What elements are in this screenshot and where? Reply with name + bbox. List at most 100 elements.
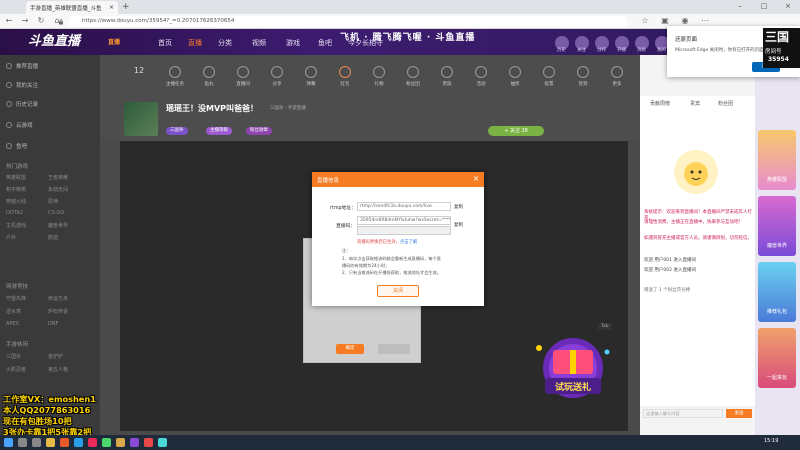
- app-icon[interactable]: [144, 438, 153, 447]
- logo-tag: 直播: [108, 39, 121, 46]
- room-tool[interactable]: 礼物: [362, 66, 396, 87]
- ad-banner[interactable]: 一起来玩: [758, 328, 796, 388]
- sidebar-link[interactable]: 户外: [6, 234, 16, 241]
- sidebar-link[interactable]: 逆水寒: [6, 308, 21, 315]
- start-icon[interactable]: [4, 438, 13, 447]
- background-dialog-cancel-button[interactable]: [378, 344, 410, 354]
- tab-weekly-rank[interactable]: 贡献周榜: [650, 100, 670, 107]
- sidebar-link[interactable]: 金铲铲: [48, 353, 63, 360]
- room-tool[interactable]: 弹幕: [294, 66, 328, 87]
- favorite-icon[interactable]: ☆: [640, 16, 650, 26]
- app-icon[interactable]: [130, 438, 139, 447]
- code-field[interactable]: 35954rs6R8dmNYIxIuhw?wsSecret=*********: [357, 216, 451, 225]
- url-input[interactable]: https://www.douyu.com/35954?_=0.20701762…: [68, 16, 628, 27]
- room-tool[interactable]: 粉丝团: [396, 66, 430, 87]
- sidebar-link[interactable]: 魔兽世界: [48, 222, 68, 229]
- settings-more-icon[interactable]: ⋯: [700, 16, 710, 26]
- refresh-icon[interactable]: ↻: [36, 16, 46, 26]
- room-tool[interactable]: 签到: [566, 66, 600, 87]
- sidebar-item-cloudgame[interactable]: 云游戏: [6, 121, 33, 129]
- nav-video[interactable]: 视频: [252, 38, 266, 48]
- back-icon[interactable]: ←: [4, 16, 14, 26]
- sidebar-link[interactable]: APEX: [6, 321, 19, 327]
- dialog-confirm-button[interactable]: 关闭: [377, 285, 419, 297]
- sidebar-link[interactable]: CS:GO: [48, 210, 64, 216]
- rtmp-copy-link[interactable]: 复制: [454, 204, 463, 210]
- room-tool[interactable]: 直播间: [226, 66, 260, 87]
- sidebar-link[interactable]: 和平精英: [6, 186, 26, 193]
- sidebar-link[interactable]: DNF: [48, 321, 58, 327]
- follow-button[interactable]: + 关注 28: [488, 126, 544, 136]
- dialog-close-icon[interactable]: ×: [471, 174, 481, 184]
- ad-banner[interactable]: 推荐礼包: [758, 262, 796, 322]
- room-tool[interactable]: 鱼丸: [192, 66, 226, 87]
- room-tool[interactable]: 投票: [532, 66, 566, 87]
- app-icon[interactable]: [158, 438, 167, 447]
- room-tool-count[interactable]: 12: [122, 66, 156, 75]
- nav-game[interactable]: 游戏: [286, 38, 300, 48]
- sidebar-link[interactable]: 王者荣耀: [48, 174, 68, 181]
- edge-icon[interactable]: [74, 438, 83, 447]
- app-icon[interactable]: [102, 438, 111, 447]
- sidebar-link[interactable]: 火影忍者: [6, 366, 26, 373]
- sidebar-item-follow[interactable]: 我的关注: [6, 81, 38, 89]
- sidebar-item-recommend[interactable]: 推荐直播: [6, 62, 38, 70]
- tab-close-icon[interactable]: ×: [109, 4, 114, 11]
- rtmp-field[interactable]: rtmp://sendfc3a.douyu.com/live: [357, 202, 451, 211]
- room-tool[interactable]: 活动: [464, 66, 498, 87]
- chat-input[interactable]: 这里输入聊天内容: [643, 409, 723, 418]
- search-icon[interactable]: [18, 438, 27, 447]
- tab-vip[interactable]: 贵宾: [690, 100, 700, 107]
- app-icon[interactable]: [116, 438, 125, 447]
- room-tool[interactable]: 红包: [328, 66, 362, 87]
- sidebar-link[interactable]: 守望先锋: [6, 295, 26, 302]
- nav-live[interactable]: 直播: [188, 38, 202, 48]
- sidebar-link[interactable]: 三国杀: [6, 353, 21, 360]
- sidebar-link[interactable]: 英雄联盟: [6, 174, 26, 181]
- profile-icon[interactable]: ◉: [680, 16, 690, 26]
- tab-fans[interactable]: 粉丝团: [718, 100, 733, 107]
- sidebar-link[interactable]: 主机游戏: [6, 222, 26, 229]
- room-tool[interactable]: 分享: [260, 66, 294, 87]
- site-logo[interactable]: 斗鱼直播: [28, 31, 138, 53]
- maximize-icon[interactable]: □: [752, 0, 776, 13]
- sidebar-item-history[interactable]: 历史记录: [6, 100, 38, 108]
- room-tool[interactable]: 更多: [600, 66, 634, 87]
- code-copy-link[interactable]: 复制: [454, 222, 463, 228]
- level-pill[interactable]: 主播等级: [206, 127, 232, 135]
- sidebar-link[interactable]: 第五人格: [48, 366, 68, 373]
- ad-banner[interactable]: 英雄联盟: [758, 130, 796, 190]
- window-close-icon[interactable]: ×: [776, 0, 800, 13]
- sidebar-item-fishbar[interactable]: 鱼吧: [6, 142, 27, 150]
- streamer-avatar[interactable]: [124, 102, 158, 136]
- explorer-icon[interactable]: [46, 438, 55, 447]
- nav-home[interactable]: 首页: [158, 38, 172, 48]
- nav-fishbar[interactable]: 鱼吧: [318, 38, 332, 48]
- sidebar-link[interactable]: 炉石传说: [48, 308, 68, 315]
- forward-icon[interactable]: →: [20, 16, 30, 26]
- nav-category[interactable]: 分类: [218, 38, 232, 48]
- sidebar-link[interactable]: DOTA2: [6, 210, 23, 216]
- browser-tab[interactable]: 手游直播_英雄联盟直播_斗鱼 ×: [26, 1, 118, 14]
- sidebar-link[interactable]: 颜值: [48, 234, 58, 241]
- sidebar-link[interactable]: 穿越火线: [6, 198, 26, 205]
- background-dialog-ok-button[interactable]: 确定: [336, 344, 364, 354]
- sidebar-link[interactable]: 永劫无间: [48, 186, 68, 193]
- task-view-icon[interactable]: [32, 438, 41, 447]
- sidebar-link[interactable]: 原神: [48, 198, 58, 205]
- send-button[interactable]: 发送: [726, 409, 752, 418]
- learn-more-link[interactable]: 点击了解: [400, 239, 417, 245]
- promo-banner[interactable]: 试玩送礼: [527, 330, 619, 410]
- fan-badge-pill[interactable]: 粉丝勋章: [246, 127, 272, 135]
- room-tool[interactable]: 贵族: [430, 66, 464, 87]
- app-icon[interactable]: [88, 438, 97, 447]
- new-tab-icon[interactable]: +: [122, 2, 130, 12]
- room-tool[interactable]: 抽奖: [498, 66, 532, 87]
- collections-icon[interactable]: ▣: [660, 16, 670, 26]
- sidebar-link[interactable]: 命运方舟: [48, 295, 68, 302]
- app-icon[interactable]: [60, 438, 69, 447]
- minimize-icon[interactable]: –: [728, 0, 752, 13]
- ad-banner[interactable]: 魔兽世界: [758, 196, 796, 256]
- room-tool[interactable]: 主播任务: [158, 66, 192, 87]
- category-pill[interactable]: 三国杀: [166, 127, 188, 135]
